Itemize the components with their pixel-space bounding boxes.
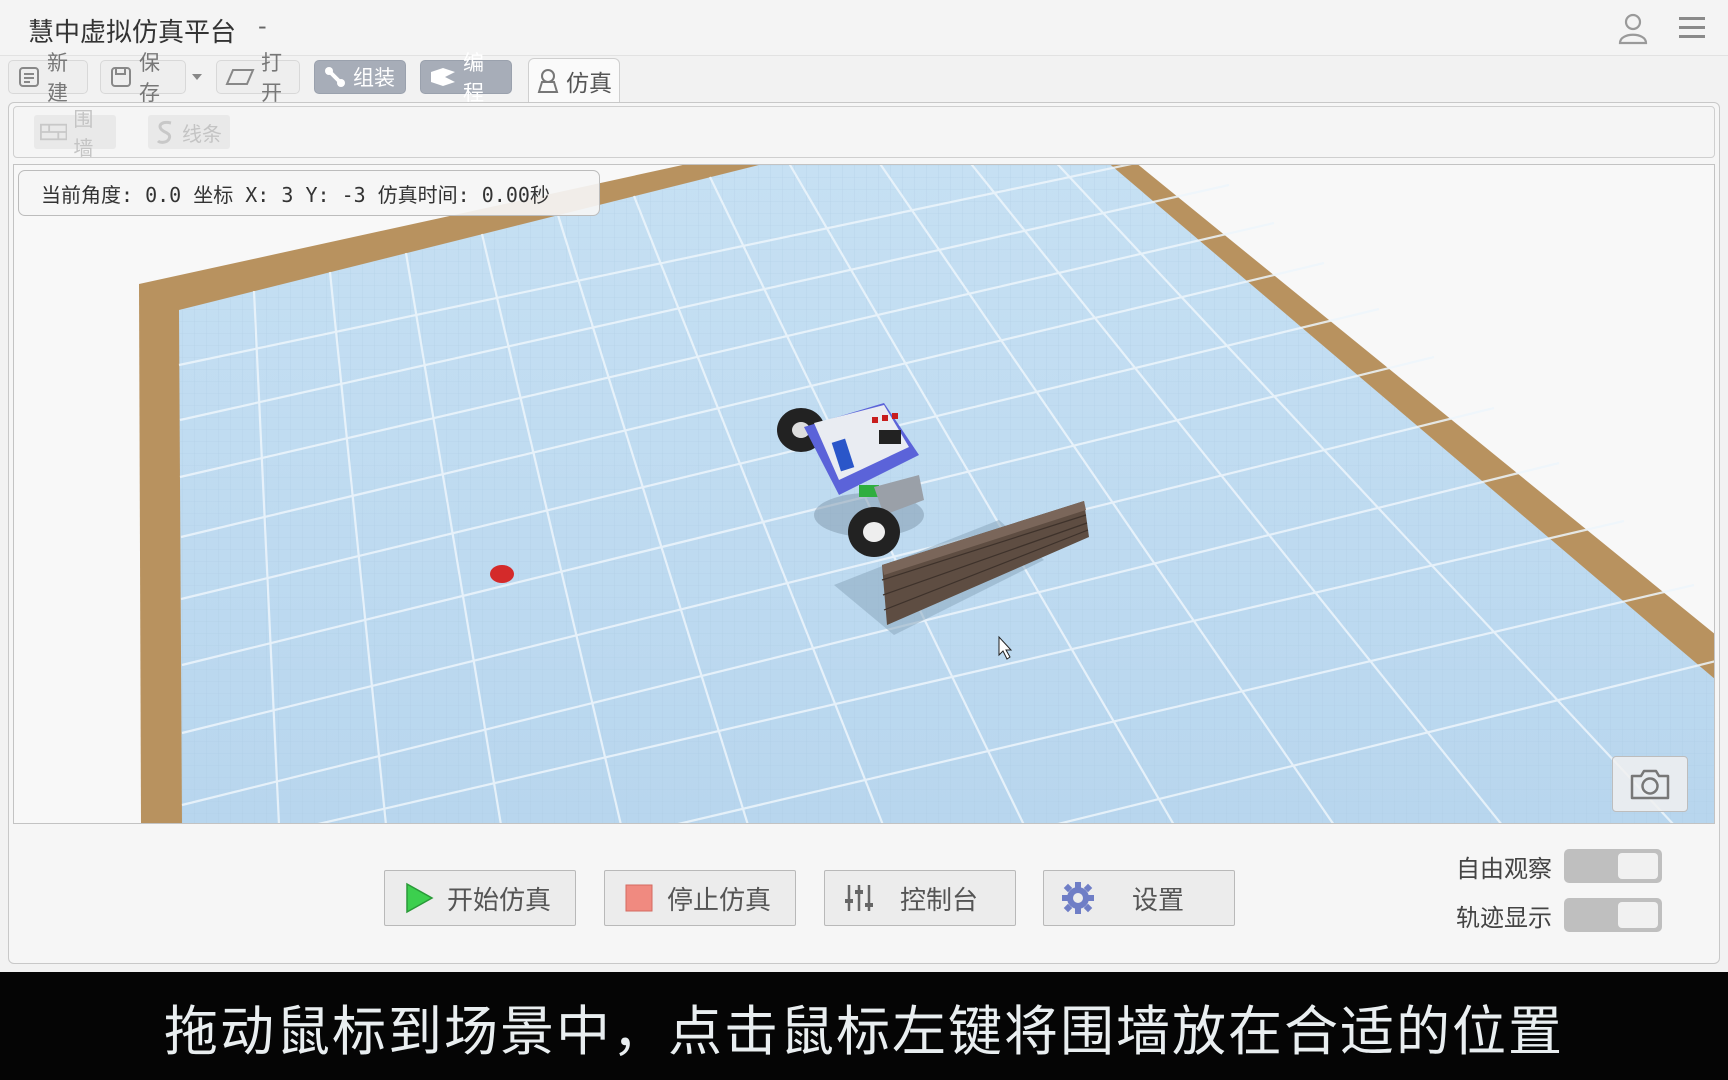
save-button[interactable]: 保存 <box>100 51 186 105</box>
start-simulation-button[interactable]: 开始仿真 <box>384 870 576 926</box>
open-button[interactable]: 打开 <box>216 51 300 105</box>
target-point <box>490 565 514 583</box>
stop-simulation-button[interactable]: 停止仿真 <box>604 870 796 926</box>
main-toolbar: 新建 保存 打开 组装 编程 仿真 <box>0 51 1728 105</box>
wall-icon <box>40 123 68 141</box>
tab-simulate-label: 仿真 <box>566 70 612 97</box>
settings-label: 设置 <box>1131 885 1184 916</box>
play-icon <box>406 882 434 914</box>
new-button-label: 新建 <box>47 51 68 105</box>
screenshot-button[interactable] <box>1612 756 1688 812</box>
trail-display-label: 轨迹显示 <box>1456 903 1552 932</box>
status-readout: 当前角度: 0.0 坐标 X: 3 Y: -3 仿真时间: 0.00秒 <box>18 170 600 216</box>
title-suffix: - <box>258 12 267 40</box>
coordinate-readout: 坐标 X: 3 Y: -3 <box>193 182 366 207</box>
camera-icon <box>1630 769 1670 800</box>
simulation-viewport[interactable] <box>13 164 1715 824</box>
save-dropdown[interactable] <box>188 60 206 94</box>
caret-down-icon <box>192 74 202 80</box>
trail-display-row: 轨迹显示 <box>1440 895 1662 935</box>
new-button[interactable]: 新建 <box>8 51 88 105</box>
free-view-toggle[interactable] <box>1564 849 1662 883</box>
program-button[interactable]: 编程 <box>420 51 512 105</box>
new-file-icon <box>19 67 39 87</box>
menu-icon[interactable] <box>1676 12 1708 44</box>
console-label: 控制台 <box>899 885 978 916</box>
gear-icon <box>1062 882 1094 914</box>
angle-readout: 当前角度: 0.0 <box>41 182 182 207</box>
trail-display-toggle[interactable] <box>1564 898 1662 932</box>
app-title: 慧中虚拟仿真平台 <box>28 18 237 48</box>
assemble-button-label: 组装 <box>353 66 395 90</box>
line-button-label: 线条 <box>182 121 222 146</box>
wall-button[interactable]: 围墙 <box>34 107 116 160</box>
toggle-knob <box>1618 902 1658 928</box>
settings-button[interactable]: 设置 <box>1043 870 1235 926</box>
wall-button-label: 围墙 <box>73 107 94 160</box>
console-button[interactable]: 控制台 <box>824 870 1016 926</box>
caption-bar: 拖动鼠标到场景中，点击鼠标左键将围墙放在合适的位置 <box>0 972 1728 1080</box>
title-bar: 慧中虚拟仿真平台 - <box>0 0 1728 56</box>
tab-simulate[interactable]: 仿真 <box>528 58 620 102</box>
assemble-button[interactable]: 组装 <box>314 60 406 94</box>
start-simulation-label: 开始仿真 <box>446 885 551 916</box>
sim-time-readout: 仿真时间: 0.00秒 <box>377 182 550 207</box>
user-icon[interactable] <box>1615 10 1651 46</box>
wrench-icon <box>325 67 345 87</box>
save-button-label: 保存 <box>139 51 160 105</box>
open-button-label: 打开 <box>261 51 282 105</box>
stop-simulation-label: 停止仿真 <box>666 885 771 916</box>
toggle-knob <box>1618 853 1658 879</box>
folder-open-icon <box>225 69 255 85</box>
stop-icon <box>625 884 653 912</box>
code-block-icon <box>431 68 455 86</box>
simulate-icon <box>537 68 559 93</box>
sliders-icon <box>845 885 873 911</box>
program-button-label: 编程 <box>463 51 484 105</box>
save-icon <box>111 67 131 87</box>
scene-canvas <box>139 165 1714 823</box>
caption-text: 拖动鼠标到场景中，点击鼠标左键将围墙放在合适的位置 <box>164 999 1564 1063</box>
free-view-label: 自由观察 <box>1456 854 1552 883</box>
scene-toolbar: 围墙 线条 <box>13 106 1715 160</box>
free-view-row: 自由观察 <box>1440 846 1662 886</box>
line-button[interactable]: 线条 <box>148 115 230 149</box>
line-s-icon <box>156 121 172 144</box>
